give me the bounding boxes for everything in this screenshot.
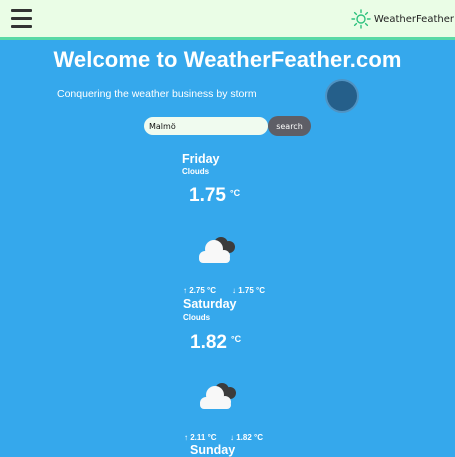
weather-description: Clouds [183, 313, 211, 322]
clouds-icon [199, 237, 235, 263]
city-search-input[interactable] [144, 117, 268, 135]
hamburger-menu-icon[interactable] [11, 9, 32, 28]
temperature-value: 1.75 [189, 185, 226, 206]
tagline: Conquering the weather business by storm [57, 88, 257, 100]
clouds-icon [200, 383, 236, 409]
temperature-unit: °C [230, 188, 241, 198]
day-name: Saturday [183, 297, 237, 311]
day-name: Sunday [190, 443, 236, 457]
day-name: Friday [182, 152, 220, 166]
min-temperature: ↓ 1.82 °C [230, 433, 263, 442]
brand-name: WeatherFeather [373, 13, 454, 25]
max-temperature: ↑ 2.11 °C [184, 433, 217, 442]
loading-spinner [327, 81, 357, 111]
weather-description: Clouds [182, 167, 210, 176]
sun-icon [351, 9, 371, 29]
search-button[interactable]: search [268, 116, 311, 136]
brand-link[interactable]: WeatherFeather [351, 9, 454, 29]
top-navbar: WeatherFeather [0, 0, 455, 40]
max-temperature: ↑ 2.75 °C [183, 286, 216, 295]
temperature-value: 1.82 [190, 332, 227, 353]
page-title: Welcome to WeatherFeather.com [53, 47, 402, 72]
temperature-unit: °C [231, 334, 242, 344]
min-temperature: ↓ 1.75 °C [232, 286, 265, 295]
